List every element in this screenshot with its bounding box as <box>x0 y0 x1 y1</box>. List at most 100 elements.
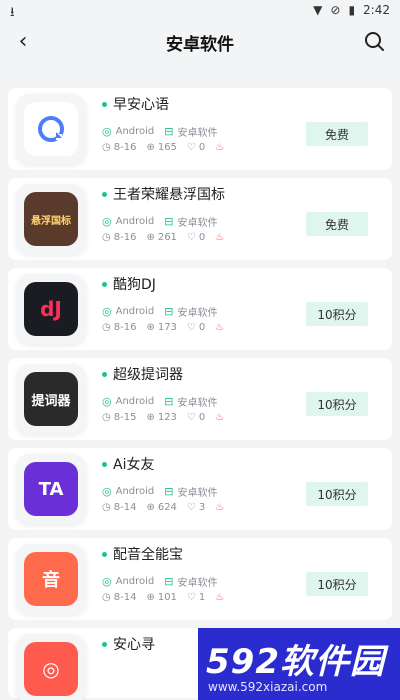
app-icon-frame <box>16 94 86 164</box>
clock-icon: ◷ <box>102 232 111 243</box>
watermark-brand: 592软件园 <box>206 642 385 682</box>
title-dot <box>102 641 107 647</box>
status-bar: ⭳ ▼ ⊘ ▮ 2:42 <box>0 0 400 22</box>
heart-icon: ♡ <box>186 322 196 333</box>
app-icon-label: 音 <box>42 570 60 591</box>
app-meta: ◎ Android ⊟ 安卓软件 <box>102 574 218 589</box>
app-card[interactable]: dJ 酷狗DJ ◎ Android ⊟ 安卓软件 ◷ 8-16 ⊕ 173 ♡ 0 ♨ 1… <box>8 268 392 350</box>
search-button[interactable] <box>362 29 388 55</box>
app-icon <box>24 102 78 156</box>
app-title-row: 配音全能宝 <box>102 544 183 564</box>
app-stats: ◷ 8-15 ⊕ 123 ♡ 0 ♨ <box>102 412 224 423</box>
platform: ◎ Android <box>102 575 155 588</box>
app-icon-frame: dJ <box>16 274 86 344</box>
hot-icon: ♨ <box>215 502 225 513</box>
heart-icon: ♡ <box>186 142 196 153</box>
app-meta: ◎ Android ⊟ 安卓软件 <box>102 484 218 499</box>
app-icon-frame: TA <box>16 454 86 524</box>
status-time: 2:42 <box>363 3 390 17</box>
category-icon: ⊟ <box>164 575 174 588</box>
watermark: 592软件园 www.592xiazai.com <box>198 628 400 700</box>
like-stat: ♡ 0 <box>186 412 206 423</box>
hot-icon: ♨ <box>215 412 225 423</box>
title-dot <box>102 371 107 377</box>
app-meta: ◎ Android ⊟ 安卓软件 <box>102 214 218 229</box>
platform: ◎ Android <box>102 485 155 498</box>
app-stats: ◷ 8-16 ⊕ 165 ♡ 0 ♨ <box>102 142 224 153</box>
category: ⊟ 安卓软件 <box>164 395 218 409</box>
app-icon: TA <box>24 462 78 516</box>
category: ⊟ 安卓软件 <box>164 575 218 589</box>
platform: ◎ Android <box>102 125 155 138</box>
price-button[interactable]: 10积分 <box>306 482 368 506</box>
app-icon-label: TA <box>38 478 64 500</box>
like-stat: ♡ 0 <box>186 322 206 333</box>
title-dot <box>102 551 107 557</box>
price-button[interactable]: 10积分 <box>306 572 368 596</box>
battery-icon: ▮ <box>348 3 356 17</box>
app-name: 王者荣耀悬浮国标 <box>113 187 225 203</box>
app-meta: ◎ Android ⊟ 安卓软件 <box>102 394 218 409</box>
download-count-icon: ⊕ <box>146 412 155 423</box>
title-dot <box>102 281 107 287</box>
app-card[interactable]: 音 配音全能宝 ◎ Android ⊟ 安卓软件 ◷ 8-14 ⊕ 101 ♡ 1 ♨ 1… <box>8 538 392 620</box>
download-count-icon: ⊕ <box>146 142 155 153</box>
price-button[interactable]: 10积分 <box>306 392 368 416</box>
heart-icon: ♡ <box>186 592 196 603</box>
download-stat: ⊕ 123 <box>146 412 177 423</box>
price-button[interactable]: 免费 <box>306 212 368 236</box>
clock-icon: ◷ <box>102 592 111 603</box>
like-stat: ♡ 0 <box>186 142 206 153</box>
app-icon: dJ <box>24 282 78 336</box>
title-dot <box>102 101 107 107</box>
download-count-icon: ⊕ <box>146 322 155 333</box>
price-button[interactable]: 10积分 <box>306 302 368 326</box>
android-icon: ◎ <box>102 395 112 408</box>
price-button[interactable]: 免费 <box>306 122 368 146</box>
status-icons: ▼ ⊘ ▮ 2:42 <box>313 3 390 17</box>
app-stats: ◷ 8-14 ⊕ 624 ♡ 3 ♨ <box>102 502 224 513</box>
like-stat: ♡ 0 <box>186 232 206 243</box>
wifi-icon: ▼ <box>313 3 323 17</box>
top-nav: ‹ 安卓软件 <box>0 22 400 62</box>
hot-icon: ♨ <box>215 142 225 153</box>
app-card[interactable]: 提词器 超级提词器 ◎ Android ⊟ 安卓软件 ◷ 8-15 ⊕ 123 ♡ 0 ♨… <box>8 358 392 440</box>
search-icon <box>365 32 384 51</box>
app-icon: 提词器 <box>24 372 78 426</box>
date-stat: ◷ 8-15 <box>102 412 137 423</box>
download-count-icon: ⊕ <box>146 232 155 243</box>
platform: ◎ Android <box>102 395 155 408</box>
app-icon: 悬浮国标 <box>24 192 78 246</box>
like-stat: ♡ 1 <box>186 592 206 603</box>
clock-icon: ◷ <box>102 502 111 513</box>
app-title-row: Ai女友 <box>102 454 154 474</box>
app-meta: ◎ Android ⊟ 安卓软件 <box>102 304 218 319</box>
heart-icon: ♡ <box>186 412 196 423</box>
app-card[interactable]: 早安心语 ◎ Android ⊟ 安卓软件 ◷ 8-16 ⊕ 165 ♡ 0 ♨ 免费 <box>8 88 392 170</box>
app-stats: ◷ 8-16 ⊕ 173 ♡ 0 ♨ <box>102 322 224 333</box>
app-icon-label: 提词器 <box>31 393 71 409</box>
app-icon-frame: 音 <box>16 544 86 614</box>
platform: ◎ Android <box>102 215 155 228</box>
app-title-row: 酷狗DJ <box>102 274 156 294</box>
app-title-row: 超级提词器 <box>102 364 183 384</box>
app-icon-label: 悬浮国标 <box>31 215 71 227</box>
app-card[interactable]: TA Ai女友 ◎ Android ⊟ 安卓软件 ◷ 8-14 ⊕ 624 ♡ 3 ♨ 1… <box>8 448 392 530</box>
category-icon: ⊟ <box>164 215 174 228</box>
download-stat: ⊕ 101 <box>146 592 177 603</box>
download-count-icon: ⊕ <box>146 502 155 513</box>
signal-off-icon: ⊘ <box>330 3 341 17</box>
app-icon-frame: ◎ <box>16 634 86 700</box>
date-stat: ◷ 8-14 <box>102 502 137 513</box>
app-icon-label: dJ <box>40 297 62 321</box>
date-stat: ◷ 8-16 <box>102 142 137 153</box>
android-icon: ◎ <box>102 125 112 138</box>
app-name: 超级提词器 <box>113 367 183 383</box>
page-title: 安卓软件 <box>166 35 234 55</box>
category: ⊟ 安卓软件 <box>164 215 218 229</box>
category-icon: ⊟ <box>164 125 174 138</box>
app-title-row: 安心寻 <box>102 634 155 654</box>
watermark-url: www.592xiazai.com <box>208 680 328 694</box>
app-card[interactable]: 悬浮国标 王者荣耀悬浮国标 ◎ Android ⊟ 安卓软件 ◷ 8-16 ⊕ 261 … <box>8 178 392 260</box>
download-stat: ⊕ 165 <box>146 142 177 153</box>
